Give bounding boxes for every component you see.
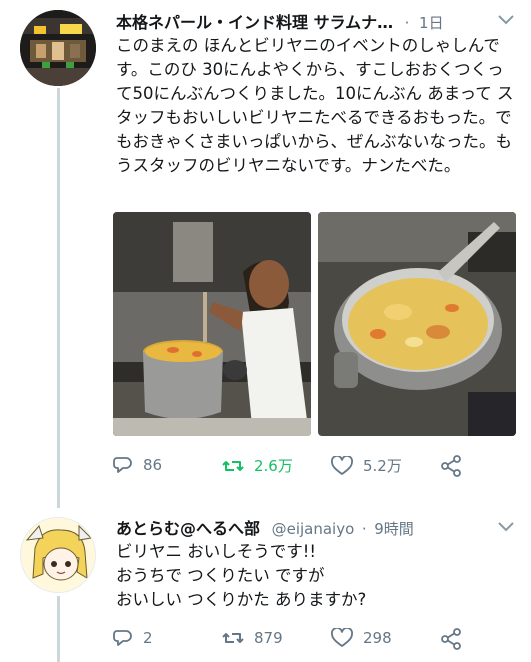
tweet-time[interactable]: 1日 [419,14,444,32]
reply-author-handle: @eijanaiyo [271,520,355,538]
chevron-down-icon[interactable] [498,15,514,25]
tweet-photo-1[interactable] [113,212,311,436]
author-name-text: 本格ネパール・インド料理 サラムナ… [116,13,394,32]
reply-retweet-count: 879 [254,629,283,647]
meta-separator: · [404,14,410,32]
like-icon [331,455,353,475]
reply-text-line-1: ビリヤニ おいしそうです!! [116,542,316,561]
thread-line-bottom [57,596,60,662]
retweet-count: 2.6万 [254,457,293,475]
reply-reply-button[interactable]: 2 [113,628,153,648]
reply-retweet-button[interactable]: 879 [222,628,283,648]
reply-chevron-down-icon[interactable] [498,522,514,532]
like-button[interactable]: 5.2万 [331,455,402,476]
tweet-photo-2[interactable] [318,212,516,436]
share-button[interactable] [440,455,472,477]
reply-like-button[interactable]: 298 [331,628,392,648]
reply-text-line-3: おいしい つくりかた ありますか? [116,590,367,609]
author-avatar[interactable] [20,10,96,86]
retweet-icon [222,633,244,643]
tweet-text: このまえの ほんとビリヤニのイベントのしゃしんです。このひ 30にんよやくから、… [116,36,514,175]
author-name[interactable]: 本格ネパール・インド料理 サラムナ… · 1日 [116,9,444,33]
thread-line-top [57,88,60,508]
reply-time[interactable]: 9時間 [374,520,414,538]
like-icon [331,628,353,647]
reply-count: 86 [143,456,163,474]
reply-share-button[interactable] [440,628,472,650]
reply-icon [113,457,132,473]
retweet-icon [222,460,244,471]
share-icon [441,455,461,477]
reply-author-name-text: あとらむ@へるへ部 [116,519,261,538]
reply-reply-count: 2 [143,629,153,647]
reply-like-count: 298 [363,629,392,647]
reply-author-name[interactable]: あとらむ@へるへ部 @eijanaiyo · 9時間 [116,515,414,539]
reply-meta-separator: · [361,520,367,538]
reply-icon [113,630,132,646]
reply-author-avatar[interactable] [20,517,96,593]
reply-button[interactable]: 86 [113,455,162,475]
reply-text-line-2: おうちで つくりたい ですが [116,566,325,585]
like-count: 5.2万 [363,457,402,475]
share-icon [441,628,461,650]
retweet-button[interactable]: 2.6万 [222,455,293,476]
